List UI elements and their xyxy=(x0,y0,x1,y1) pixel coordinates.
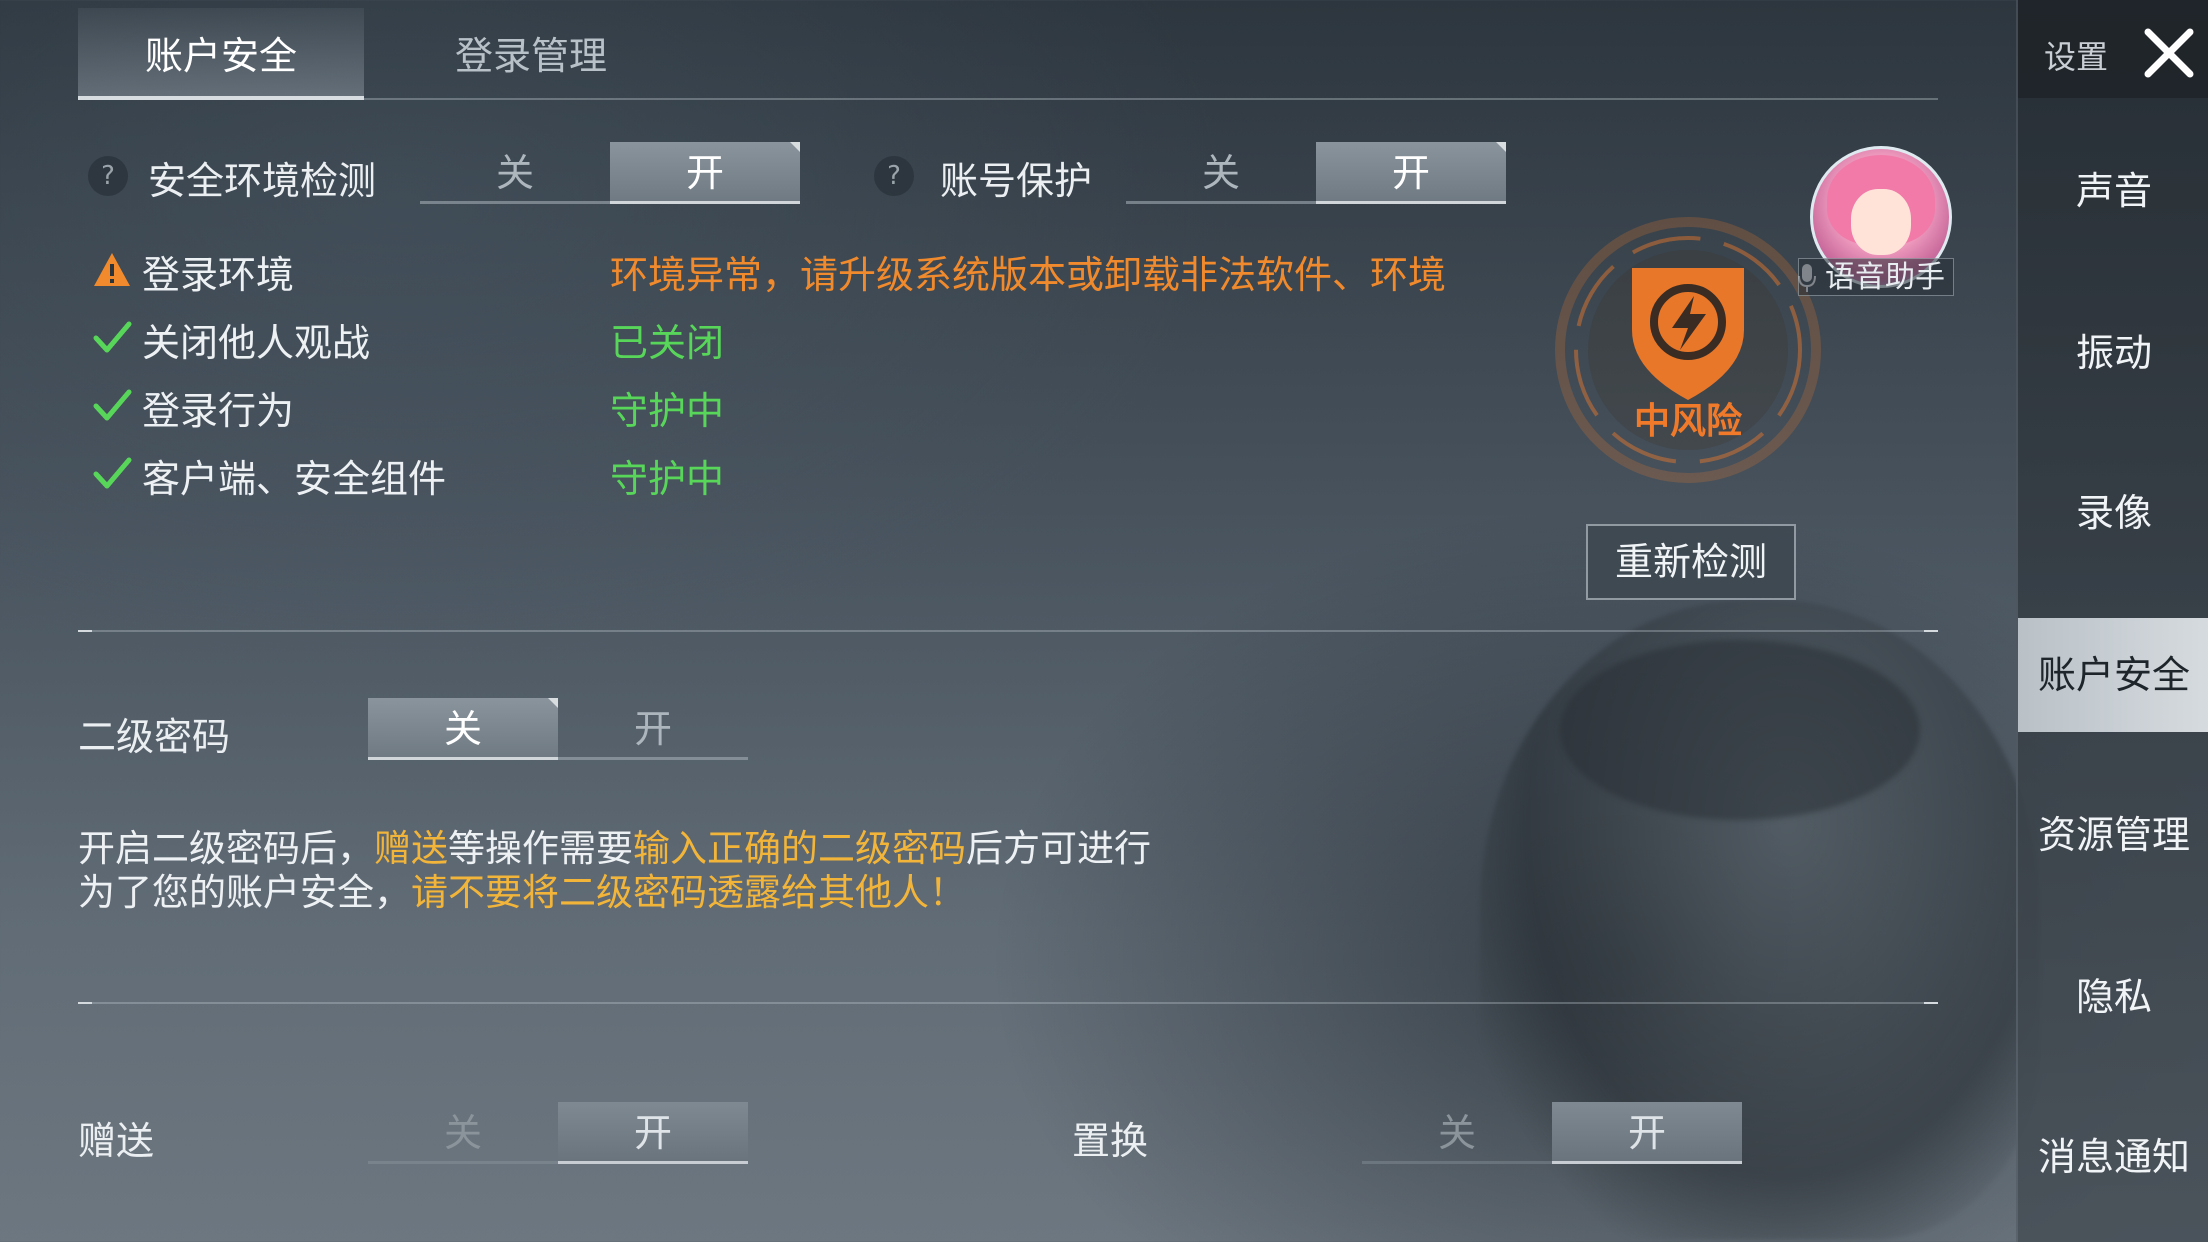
sidebar-item-vibration[interactable]: 振动 xyxy=(2018,296,2208,410)
protect-toggle-on[interactable]: 开 xyxy=(1316,142,1506,204)
check-label-login-behavior: 登录行为 xyxy=(142,389,295,433)
gift-toggle[interactable]: 关 开 xyxy=(368,1102,748,1164)
check-status-login-env: 环境异常，请升级系统版本或卸载非法软件、环境 xyxy=(610,253,1447,297)
sidebar-item-resource-management[interactable]: 资源管理 xyxy=(2018,778,2208,892)
protect-help-icon[interactable]: ? xyxy=(874,156,914,196)
warning-icon xyxy=(94,253,130,286)
protect-toggle-off[interactable]: 关 xyxy=(1126,142,1316,204)
secondary-password-notice-line2: 为了您的账户安全，请不要将二级密码透露给其他人！ xyxy=(78,871,966,914)
check-status-client: 守护中 xyxy=(610,457,725,501)
voice-assistant-label[interactable]: 语音助手 xyxy=(1798,258,1954,296)
close-icon[interactable] xyxy=(2140,24,2198,82)
sidebar-item-privacy[interactable]: 隐私 xyxy=(2018,940,2208,1054)
check-label-login-env: 登录环境 xyxy=(142,253,295,297)
risk-badge: 中风险 xyxy=(1548,210,1828,490)
background-helmet-visor xyxy=(1560,640,1920,820)
sidebar-header: 设置 xyxy=(2018,0,2208,98)
exchange-toggle[interactable]: 关 开 xyxy=(1362,1102,1742,1164)
secondary-password-toggle-on[interactable]: 开 xyxy=(558,698,748,760)
secondary-password-label: 二级密码 xyxy=(78,715,231,759)
sidebar-item-notifications[interactable]: 消息通知 xyxy=(2018,1100,2208,1214)
check-icon xyxy=(93,321,132,353)
check-icon xyxy=(93,389,132,421)
top-tab-bar: 账户安全 登录管理 xyxy=(78,8,1938,100)
gift-label: 赠送 xyxy=(78,1119,155,1163)
exchange-label: 置换 xyxy=(1072,1119,1149,1163)
check-icon xyxy=(93,457,132,489)
tab-account-security[interactable]: 账户安全 xyxy=(78,8,364,100)
env-toggle-on[interactable]: 开 xyxy=(610,142,800,204)
account-protect-label: 账号保护 xyxy=(940,159,1093,203)
risk-level-text: 中风险 xyxy=(1633,401,1742,442)
risk-shield-icon xyxy=(1555,217,1821,483)
recheck-button[interactable]: 重新检测 xyxy=(1586,524,1796,600)
settings-sidebar: 设置 声音 振动 录像 账户安全 资源管理 隐私 消息通知 xyxy=(2016,0,2208,1242)
env-help-icon[interactable]: ? xyxy=(88,156,128,196)
exchange-toggle-off[interactable]: 关 xyxy=(1362,1102,1552,1164)
exchange-toggle-on[interactable]: 开 xyxy=(1552,1102,1742,1164)
gift-toggle-off[interactable]: 关 xyxy=(368,1102,558,1164)
env-toggle-off[interactable]: 关 xyxy=(420,142,610,204)
check-status-login-behavior: 守护中 xyxy=(610,389,725,433)
settings-title: 设置 xyxy=(2044,38,2109,76)
env-detection-label: 安全环境检测 xyxy=(148,159,377,203)
sidebar-item-sound[interactable]: 声音 xyxy=(2018,134,2208,248)
account-protect-toggle[interactable]: 关 开 xyxy=(1126,142,1506,204)
env-detection-toggle[interactable]: 关 开 xyxy=(420,142,800,204)
check-label-spectate: 关闭他人观战 xyxy=(142,321,371,365)
check-label-client: 客户端、安全组件 xyxy=(142,457,447,501)
sidebar-item-recording[interactable]: 录像 xyxy=(2018,456,2208,570)
divider xyxy=(78,1002,1938,1004)
tab-login-management[interactable]: 登录管理 xyxy=(396,8,666,96)
gift-toggle-on[interactable]: 开 xyxy=(558,1102,748,1164)
check-status-spectate: 已关闭 xyxy=(610,321,725,365)
sidebar-item-account-security[interactable]: 账户安全 xyxy=(2018,618,2208,732)
divider xyxy=(78,630,1938,632)
secondary-password-toggle-off[interactable]: 关 xyxy=(368,698,558,760)
secondary-password-toggle[interactable]: 关 开 xyxy=(368,698,748,760)
